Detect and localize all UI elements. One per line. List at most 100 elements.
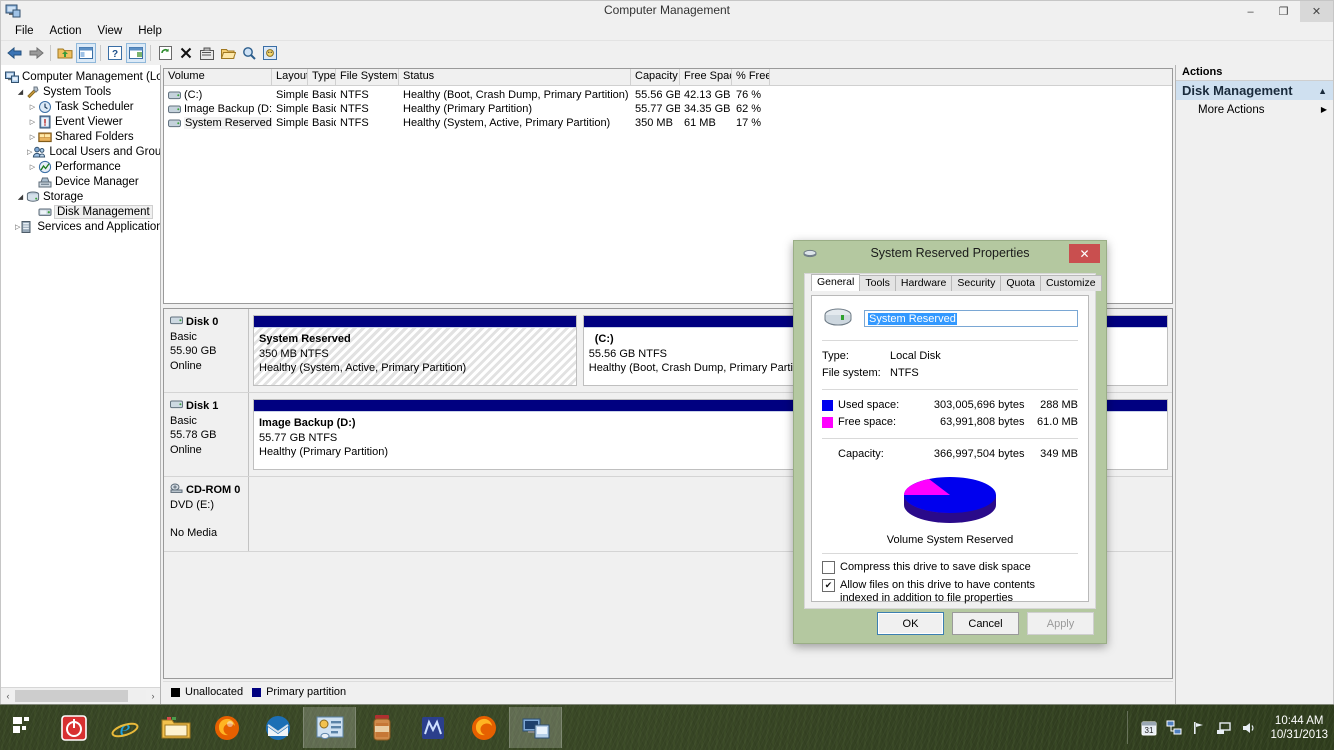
start-button[interactable] [6,710,40,744]
compress-drive-checkbox[interactable] [822,561,835,574]
sidebar-item-disk-management[interactable]: Disk Management [3,204,160,219]
tab-quota[interactable]: Quota [1000,275,1041,291]
help-icon[interactable]: ? [105,43,125,63]
cell-layout: Simple [276,89,308,101]
ok-button[interactable]: OK [877,612,944,635]
tools-icon [26,85,40,99]
calendar-icon[interactable]: 31 [1141,720,1157,736]
action-more-actions[interactable]: More Actions ▶ [1176,100,1333,119]
scroll-right-icon[interactable]: › [146,689,160,703]
column-header-capacity[interactable]: Capacity [631,69,680,85]
clock[interactable]: 10:44 AM 10/31/2013 [1270,714,1328,742]
refresh-icon[interactable] [155,43,175,63]
index-contents-checkbox[interactable]: ✔ [822,579,835,592]
network-icon[interactable] [1216,720,1232,736]
tree-item-event-viewer[interactable]: ▷ Event Viewer [3,114,160,129]
volume-name-input[interactable]: System Reserved [864,310,1078,327]
tree-item-local-users-and-groups[interactable]: ▷ Local Users and Groups [3,144,160,159]
thunderbird-icon[interactable] [252,707,303,748]
rescan-disks-icon[interactable] [260,43,280,63]
column-header-percent-free[interactable]: % Free [732,69,770,85]
disk-kind: Basic [170,330,197,343]
tab-security[interactable]: Security [951,275,1002,291]
disk-header[interactable]: Disk 1 Basic 55.78 GB Online [164,393,249,476]
find-icon[interactable] [239,43,259,63]
column-header-type[interactable]: Type [308,69,336,85]
menu-view[interactable]: View [90,24,131,38]
tree-item-performance[interactable]: ▷ Performance [3,159,160,174]
firefox-icon[interactable] [201,707,252,748]
tab-tools[interactable]: Tools [859,275,896,291]
tree-arrow-closed-icon[interactable]: ▷ [27,114,38,129]
tree-item-storage[interactable]: ◢ Storage [3,189,160,204]
flag-icon[interactable] [1191,720,1207,736]
chevron-up-icon[interactable]: ▲ [1318,86,1327,96]
checkmark-icon: ✔ [824,580,833,590]
tree-item-device-manager[interactable]: Device Manager [3,174,160,189]
open-folder-icon[interactable] [218,43,238,63]
cancel-button[interactable]: Cancel [952,612,1019,635]
firefox-window-icon[interactable] [458,707,509,748]
dialog-close-button[interactable]: ✕ [1069,244,1100,263]
pie-svg [904,477,996,523]
shutdown-icon[interactable] [48,707,99,748]
up-folder-icon[interactable] [55,43,75,63]
free-space-row: Free space: 63,991,808 bytes 61.0 MB [822,414,1078,431]
show-hide-console-tree-icon[interactable] [76,43,96,63]
tab-customize[interactable]: Customize [1039,275,1102,291]
scrollbar-thumb[interactable] [15,690,128,702]
tree-arrow-open-icon[interactable]: ◢ [15,84,26,99]
column-header-status[interactable]: Status [399,69,631,85]
tree-arrow-closed-icon[interactable]: ▷ [27,99,38,114]
compress-drive-checkbox-row[interactable]: Compress this drive to save disk space [822,561,1078,574]
table-row[interactable]: Image Backup (D:) Simple Basic NTFS Heal… [164,102,1172,116]
tree-item-computer-management[interactable]: Computer Management (Local [3,69,160,84]
column-header-file-system[interactable]: File System [336,69,399,85]
index-contents-checkbox-row[interactable]: ✔ Allow files on this drive to have cont… [822,579,1078,605]
show-hide-action-pane-icon[interactable] [126,43,146,63]
table-row[interactable]: System Reserved Simple Basic NTFS Health… [164,116,1172,130]
column-header-free-space[interactable]: Free Space [680,69,732,85]
menu-action[interactable]: Action [42,24,90,38]
scroll-left-icon[interactable]: ‹ [1,689,15,703]
chevron-right-icon[interactable]: ▶ [1321,105,1327,114]
partition-system-reserved[interactable]: System Reserved 350 MB NTFS Healthy (Sys… [253,315,577,386]
properties-icon[interactable] [197,43,217,63]
control-panel-icon[interactable] [303,707,356,748]
tree-arrow-closed-icon[interactable]: ▷ [27,129,38,144]
maximize-button[interactable]: ❐ [1267,1,1300,22]
tab-general[interactable]: General [811,274,861,291]
tree-arrow-closed-icon[interactable]: ▷ [27,159,38,174]
close-button[interactable]: ✕ [1300,1,1333,22]
network-share-icon[interactable] [1166,720,1182,736]
tree-arrow-open-icon[interactable]: ◢ [15,189,26,204]
type-label: Type: [822,350,849,362]
file-explorer-icon[interactable] [150,707,201,748]
menu-file[interactable]: File [7,24,42,38]
scrollbar-track[interactable] [15,690,146,702]
jar-app-icon[interactable] [356,707,407,748]
editor-icon[interactable] [407,707,458,748]
actions-group-disk-management[interactable]: Disk Management ▲ [1176,81,1333,100]
back-icon[interactable] [5,43,25,63]
tree-horizontal-scrollbar[interactable]: ‹ › [1,687,160,704]
disk-header[interactable]: Disk 0 Basic 55.90 GB Online [164,309,249,392]
tree-item-shared-folders[interactable]: ▷ Shared Folders [3,129,160,144]
forward-icon[interactable] [26,43,46,63]
internet-explorer-icon[interactable]: e [99,707,150,748]
column-header-layout[interactable]: Layout [272,69,308,85]
table-row[interactable]: (C:) Simple Basic NTFS Healthy (Boot, Cr… [164,88,1172,102]
disk-name-row: Disk 0 [170,315,244,330]
tab-hardware[interactable]: Hardware [894,275,953,291]
tree-item-system-tools[interactable]: ◢ System Tools [3,84,160,99]
column-header-volume[interactable]: Volume [164,69,272,85]
computer-management-taskbar-icon[interactable] [509,707,562,748]
disk-header[interactable]: CD-ROM 0 DVD (E:) No Media [164,477,249,551]
delete-icon[interactable] [176,43,196,63]
menu-help[interactable]: Help [130,24,170,38]
tree-item-services-and-applications[interactable]: ▷ Services and Applications [3,219,160,234]
tree-item-task-scheduler[interactable]: ▷ Task Scheduler [3,99,160,114]
volume-icon[interactable] [1241,720,1257,736]
tree-item-label: Task Scheduler [55,100,134,113]
minimize-button[interactable]: – [1234,1,1267,22]
